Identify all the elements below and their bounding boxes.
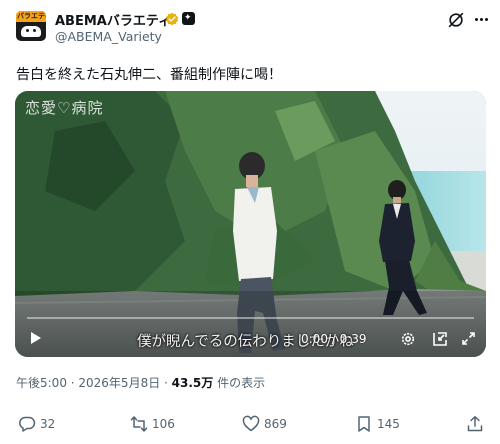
- author-name[interactable]: ABEMAバラエティ: [55, 10, 171, 29]
- more-options-icon[interactable]: [475, 18, 489, 22]
- settings-icon[interactable]: [400, 331, 416, 347]
- bookmark-icon: [358, 416, 370, 432]
- share-button[interactable]: [466, 414, 484, 434]
- grok-icon[interactable]: [447, 11, 465, 29]
- avatar-logo-text: バラエティ: [17, 12, 46, 20]
- tweet-meta: 午後5:00 · 2026年5月8日 · 43.5万 件の表示: [16, 374, 265, 391]
- views-label: 件の表示: [213, 376, 266, 390]
- avatar-face: [21, 26, 41, 37]
- view-count: 43.5万: [171, 376, 214, 390]
- play-icon[interactable]: [30, 331, 42, 345]
- avatar-eye: [33, 29, 36, 32]
- repost-count: 106: [152, 417, 175, 431]
- tweet-datetime[interactable]: 午後5:00 · 2026年5月8日 ·: [16, 376, 172, 390]
- heart-icon: [242, 415, 260, 432]
- like-count: 869: [264, 417, 287, 431]
- affiliate-badge-icon[interactable]: ✦: [182, 12, 195, 25]
- picture-in-picture-icon[interactable]: [432, 331, 448, 347]
- author-handle[interactable]: @ABEMA_Variety: [55, 29, 162, 44]
- fullscreen-icon[interactable]: [461, 331, 476, 346]
- video-watermark: 恋愛♡病院: [25, 99, 104, 117]
- avatar-eye: [26, 29, 29, 32]
- video-progress-bar[interactable]: [27, 317, 474, 319]
- action-bar: 32 106 869 145: [0, 414, 500, 434]
- repost-icon: [130, 416, 148, 432]
- bookmark-count: 145: [377, 417, 400, 431]
- tweet-text: 告白を終えた石丸伸二、番組制作陣に喝！: [16, 67, 282, 83]
- share-icon: [467, 416, 483, 432]
- verified-badge-icon: [165, 12, 179, 26]
- reply-icon: [19, 416, 36, 432]
- reply-count: 32: [40, 417, 56, 431]
- avatar[interactable]: バラエティ: [16, 11, 46, 41]
- video-player[interactable]: 恋愛♡病院 僕が睨んでるの伝わりましたかね 0:00 / 0:39: [15, 91, 486, 357]
- video-timecode: 0:00 / 0:39: [301, 332, 367, 346]
